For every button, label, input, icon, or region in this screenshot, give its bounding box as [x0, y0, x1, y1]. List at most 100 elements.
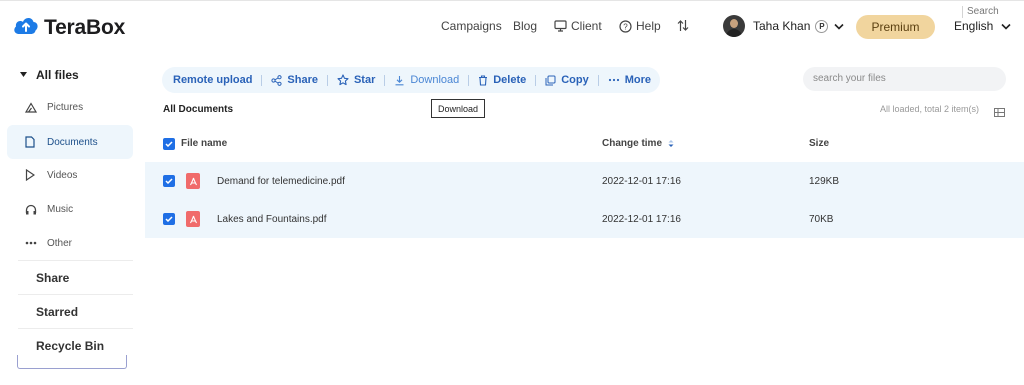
premium-button[interactable]: Premium — [856, 15, 935, 39]
sidebar: All files Pictures Documents Videos Musi… — [0, 50, 140, 385]
copy-button[interactable]: Copy — [536, 74, 598, 86]
search-divider — [962, 6, 963, 18]
sidebar-item-label: Pictures — [47, 101, 84, 113]
headphones-icon — [25, 204, 39, 215]
sidebar-item-label: Other — [47, 237, 73, 249]
sidebar-item-documents[interactable]: Documents — [7, 125, 133, 159]
column-size[interactable]: Size — [809, 138, 829, 149]
delete-label: Delete — [493, 74, 527, 86]
delete-button[interactable]: Delete — [469, 74, 535, 86]
nav-client[interactable]: Client — [554, 19, 602, 33]
row-checkbox[interactable] — [163, 213, 175, 225]
column-file-name-label: File name — [181, 138, 228, 149]
sidebar-item-pictures[interactable]: Pictures — [7, 90, 133, 124]
table-header: File name Change time Size — [145, 127, 1024, 161]
search-button[interactable]: Search — [967, 6, 999, 17]
table-row[interactable]: Lakes and Fountains.pdf 2022-12-01 17:16… — [145, 200, 1024, 238]
breadcrumb: All Documents — [163, 104, 234, 115]
nav-campaigns-label: Campaigns — [441, 19, 502, 33]
star-button[interactable]: Star — [328, 74, 384, 86]
sidebar-all-files[interactable]: All files — [20, 68, 79, 82]
file-name[interactable]: Demand for telemedicine.pdf — [217, 176, 345, 187]
logo[interactable]: TeraBox — [13, 15, 125, 40]
sidebar-item-label: Videos — [47, 169, 78, 181]
search-box[interactable]: search your files — [803, 67, 1006, 91]
triangle-icon — [25, 101, 39, 113]
grid-view-icon[interactable] — [994, 104, 1005, 122]
pdf-file-icon — [186, 173, 200, 189]
table-row[interactable]: Demand for telemedicine.pdf 2022-12-01 1… — [145, 162, 1024, 200]
sidebar-divider — [18, 328, 133, 329]
copy-icon — [545, 75, 556, 86]
file-name[interactable]: Lakes and Fountains.pdf — [217, 214, 327, 225]
remote-upload-button[interactable]: Remote upload — [162, 74, 261, 86]
monitor-icon — [554, 20, 567, 32]
chevron-down-icon — [834, 23, 844, 30]
transfer-button[interactable] — [677, 19, 689, 35]
column-file-name[interactable]: File name — [181, 138, 227, 149]
sidebar-share[interactable]: Share — [36, 271, 69, 285]
nav-help-label: Help — [636, 19, 661, 33]
nav-blog-label: Blog — [513, 19, 538, 33]
column-size-label: Size — [809, 138, 830, 149]
share-icon — [271, 74, 283, 86]
star-label: Star — [353, 74, 376, 86]
remote-upload-label: Remote upload — [173, 74, 253, 86]
download-tooltip: Download — [431, 99, 485, 118]
help-icon: ? — [619, 19, 632, 33]
select-all-checkbox[interactable] — [163, 138, 175, 150]
nav-client-label: Client — [571, 19, 602, 33]
transfer-arrows-icon — [677, 19, 689, 35]
terabox-cloud-icon — [13, 15, 39, 40]
app-name: TeraBox — [44, 15, 126, 39]
sidebar-item-videos[interactable]: Videos — [7, 158, 133, 192]
sidebar-starred[interactable]: Starred — [36, 305, 78, 319]
caret-down-icon — [20, 72, 27, 78]
sidebar-divider — [18, 294, 133, 295]
sidebar-banner-edge — [17, 355, 127, 369]
download-icon — [394, 75, 405, 86]
star-icon — [337, 74, 349, 86]
sort-icon — [668, 139, 674, 148]
copy-label: Copy — [561, 74, 589, 86]
nav-campaigns[interactable]: Campaigns — [441, 19, 502, 33]
file-size: 129KB — [809, 176, 840, 187]
top-bar: TeraBox Campaigns Blog Client ? Help Tah… — [0, 0, 1024, 50]
language-selector[interactable]: English — [954, 19, 1011, 33]
avatar — [723, 15, 745, 37]
sidebar-item-label: Documents — [47, 136, 98, 148]
sidebar-divider — [18, 260, 133, 261]
sidebar-item-label: Music — [47, 203, 74, 215]
file-size: 70KB — [809, 214, 834, 225]
load-status: All loaded, total 2 item(s) — [880, 104, 980, 114]
pdf-file-icon — [186, 211, 200, 227]
ellipsis-icon — [608, 78, 620, 82]
file-change-time: 2022-12-01 17:16 — [602, 214, 681, 225]
row-checkbox[interactable] — [163, 175, 175, 187]
chevron-down-icon — [1001, 23, 1011, 30]
plan-badge: P — [815, 19, 829, 33]
search-input[interactable]: search your files — [813, 73, 886, 84]
user-menu[interactable]: Taha Khan P — [723, 15, 844, 37]
language-label: English — [954, 19, 994, 33]
sidebar-item-other[interactable]: Other — [7, 226, 133, 260]
document-icon — [25, 136, 39, 148]
user-name: Taha Khan — [753, 19, 811, 33]
svg-text:?: ? — [623, 22, 628, 31]
sidebar-item-music[interactable]: Music — [7, 192, 133, 226]
file-change-time: 2022-12-01 17:16 — [602, 176, 681, 187]
column-change-time-label: Change time — [602, 138, 663, 149]
more-button[interactable]: More — [599, 74, 660, 86]
download-button[interactable]: Download — [385, 74, 468, 86]
nav-help[interactable]: ? Help — [619, 19, 661, 33]
share-button[interactable]: Share — [262, 74, 327, 86]
download-label: Download — [410, 74, 460, 86]
ellipsis-icon — [25, 241, 39, 245]
file-toolbar: Remote upload Share Star Download Delete… — [162, 67, 660, 93]
trash-icon — [478, 74, 488, 86]
more-label: More — [624, 74, 651, 86]
nav-blog[interactable]: Blog — [513, 19, 537, 33]
sidebar-all-files-label: All files — [36, 68, 79, 82]
sidebar-recycle-bin[interactable]: Recycle Bin — [36, 339, 104, 353]
column-change-time[interactable]: Change time — [602, 138, 674, 149]
